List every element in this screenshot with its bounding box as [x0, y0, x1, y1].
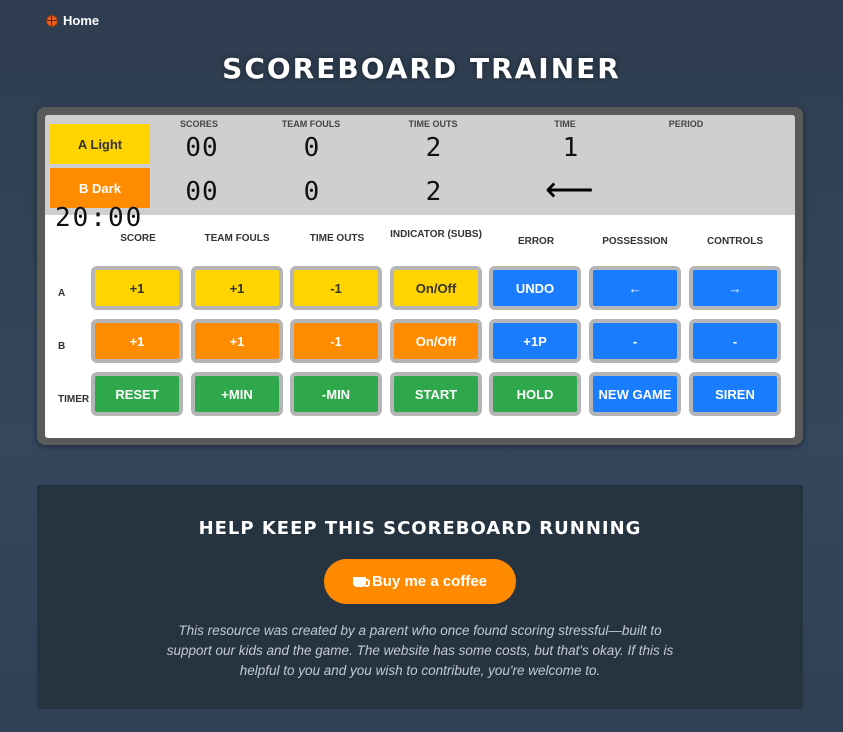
b-score-plus-button[interactable]: +1: [91, 319, 183, 363]
scoreboard-inner: SCORES TEAM FOULS TIME OUTS TIME PERIOD …: [45, 115, 795, 438]
start-button[interactable]: START: [390, 372, 482, 416]
col-indicator: INDICATOR (SUBS): [390, 229, 482, 240]
time-digit: 1: [562, 133, 580, 163]
scoreboard-panel: SCORES TEAM FOULS TIME OUTS TIME PERIOD …: [37, 107, 803, 445]
header-team-fouls: TEAM FOULS: [281, 119, 341, 129]
new-game-button[interactable]: NEW GAME: [589, 372, 681, 416]
home-link[interactable]: Home: [46, 13, 99, 28]
row-label-a: A: [58, 288, 66, 299]
row-label-timer: TIMER: [58, 394, 90, 405]
reset-button[interactable]: RESET: [91, 372, 183, 416]
plus-min-button[interactable]: +MIN: [191, 372, 283, 416]
b-fouls-plus-button[interactable]: +1: [191, 319, 283, 363]
team-a-score: 00: [185, 133, 219, 163]
page-title: SCOREBOARD TRAINER: [222, 52, 621, 85]
header-time-outs: TIME OUTS: [408, 119, 458, 129]
col-error: ERROR: [517, 236, 555, 247]
support-description: This resource was created by a parent wh…: [166, 623, 674, 678]
possession-arrow-icon: ⟵: [545, 171, 594, 209]
scoreboard-display: SCORES TEAM FOULS TIME OUTS TIME PERIOD …: [45, 115, 795, 215]
header-scores: SCORES: [179, 119, 218, 129]
b-indicator-toggle-button[interactable]: On/Off: [390, 319, 482, 363]
team-a-name[interactable]: A Light: [50, 124, 150, 164]
siren-button[interactable]: SIREN: [689, 372, 781, 416]
team-a-fouls: 0: [303, 133, 321, 163]
hold-button[interactable]: HOLD: [489, 372, 581, 416]
team-b-fouls: 0: [303, 177, 321, 207]
col-score: SCORE: [120, 233, 156, 244]
col-team-fouls: TEAM FOULS: [204, 233, 270, 244]
controls-right-button[interactable]: →: [689, 266, 781, 310]
game-clock: 20:00: [55, 203, 144, 233]
a-indicator-toggle-button[interactable]: On/Off: [390, 266, 482, 310]
support-title: HELP KEEP THIS SCOREBOARD RUNNING: [198, 518, 642, 539]
team-b-timeouts: 2: [425, 177, 443, 207]
b-timeouts-minus-button[interactable]: -1: [290, 319, 382, 363]
a-fouls-plus-button[interactable]: +1: [191, 266, 283, 310]
header-period: PERIOD: [668, 119, 704, 129]
team-a-timeouts: 2: [425, 133, 443, 163]
a-score-plus-button[interactable]: +1: [91, 266, 183, 310]
controls-none-button[interactable]: -: [689, 319, 781, 363]
header-time: TIME: [554, 119, 576, 129]
coffee-cup-icon: [352, 576, 370, 587]
a-timeouts-minus-button[interactable]: -1: [290, 266, 382, 310]
col-controls: CONTROLS: [706, 236, 764, 247]
minus-min-button[interactable]: -MIN: [290, 372, 382, 416]
team-b-name[interactable]: B Dark: [50, 168, 150, 208]
row-label-b: B: [58, 341, 66, 352]
buy-coffee-label: Buy me a coffee: [371, 573, 488, 590]
possession-left-button[interactable]: ←: [589, 266, 681, 310]
col-time-outs: TIME OUTS: [309, 233, 365, 244]
buy-coffee-button[interactable]: Buy me a coffee: [324, 559, 516, 604]
possession-none-button[interactable]: -: [589, 319, 681, 363]
team-b-score: 00: [185, 177, 219, 207]
home-label: Home: [63, 13, 100, 28]
plus-period-button[interactable]: +1P: [489, 319, 581, 363]
col-possession: POSSESSION: [602, 236, 668, 247]
support-section: HELP KEEP THIS SCOREBOARD RUNNING Buy me…: [37, 485, 803, 709]
basketball-icon: [46, 14, 58, 27]
undo-button[interactable]: UNDO: [489, 266, 581, 310]
